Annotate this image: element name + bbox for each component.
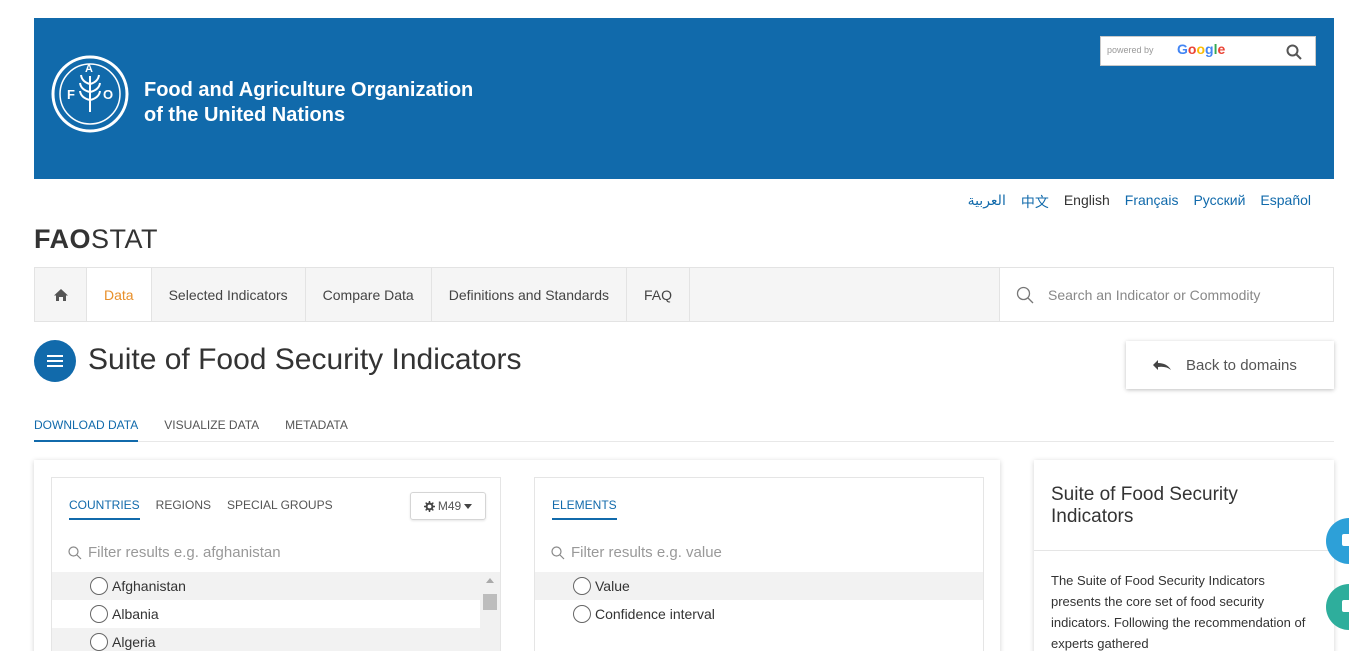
search-icon [68,545,82,559]
list-item[interactable]: Albania [52,600,500,628]
gear-icon [423,500,435,512]
radio-button[interactable] [573,605,591,623]
radio-button[interactable] [90,605,108,623]
list-item[interactable]: Afghanistan [52,572,500,600]
list-item[interactable]: Algeria [52,628,500,651]
elements-panel-tabs: ELEMENTS [552,498,617,520]
nav-definitions-standards[interactable]: Definitions and Standards [432,268,628,321]
fao-logo-icon[interactable]: F A O [50,54,130,134]
search-icon [1016,286,1034,303]
list-item-label: Value [595,578,630,594]
list-item[interactable]: Confidence interval [535,600,983,628]
header-banner: F A O Food and Agriculture Organization … [34,18,1334,179]
scrollbar-thumb[interactable] [483,594,497,610]
google-search-input[interactable]: powered by Google [1100,36,1316,66]
list-item-label: Afghanistan [112,578,186,594]
elements-filter-placeholder: Filter results e.g. value [571,544,722,561]
radio-button[interactable] [90,577,108,595]
domain-info-title: Suite of Food Security Indicators [1051,484,1238,527]
search-icon[interactable] [1285,43,1303,61]
page-title: Suite of Food Security Indicators [88,343,522,376]
nav-compare-data[interactable]: Compare Data [306,268,432,321]
lang-english[interactable]: English [1064,192,1110,212]
radio-button[interactable] [90,633,108,651]
powered-by-label: powered by [1107,45,1154,55]
list-item-label: Confidence interval [595,606,715,622]
nav-selected-indicators[interactable]: Selected Indicators [152,268,306,321]
language-bar: العربية 中文 English Français Русский Espa… [968,192,1311,212]
indicator-search-placeholder: Search an Indicator or Commodity [1048,286,1261,303]
domain-info-card: Suite of Food Security Indicators The Su… [1034,460,1334,651]
countries-panel: COUNTRIES REGIONS SPECIAL GROUPS M49 Fil… [51,477,501,651]
indicator-search-input[interactable]: Search an Indicator or Commodity [999,268,1333,321]
brand-bold: FAO [34,224,92,254]
home-icon [53,288,68,301]
tab-regions[interactable]: REGIONS [156,498,211,520]
divider [1034,550,1334,551]
m49-dropdown[interactable]: M49 [410,492,486,520]
lang-french[interactable]: Français [1125,192,1179,212]
countries-scrollbar[interactable] [480,572,500,651]
org-name-line1: Food and Agriculture Organization [144,79,474,101]
radio-button[interactable] [573,577,591,595]
undo-arrow-icon [1153,360,1171,370]
lang-russian[interactable]: Русский [1193,192,1245,212]
google-logo: Google [1177,41,1226,57]
caret-down-icon [464,503,473,509]
logo-letter-f: F [67,87,75,102]
faostat-brand[interactable]: FAOSTAT [34,224,158,255]
chat-icon [1342,534,1349,546]
lang-chinese[interactable]: 中文 [1021,192,1049,212]
brand-rest: STAT [91,224,159,254]
back-to-domains-label: Back to domains [1186,356,1297,374]
countries-filter-input[interactable]: Filter results e.g. afghanistan [68,544,281,561]
countries-list: Afghanistan Albania Algeria [52,572,500,651]
countries-filter-placeholder: Filter results e.g. afghanistan [88,544,281,561]
nav-data[interactable]: Data [87,268,152,321]
domain-info-text: The Suite of Food Security Indicators pr… [1051,573,1306,651]
org-name[interactable]: Food and Agriculture Organization of the… [144,78,473,128]
elements-panel: ELEMENTS Filter results e.g. value Value… [534,477,984,651]
list-item-label: Algeria [112,634,156,650]
elements-list: Value Confidence interval [535,572,983,628]
lang-arabic[interactable]: العربية [968,192,1006,212]
message-icon [1342,600,1349,612]
tab-elements[interactable]: ELEMENTS [552,498,617,520]
scroll-up-icon[interactable] [486,578,494,583]
back-to-domains-button[interactable]: Back to domains [1126,341,1334,389]
org-name-line2: of the United Nations [144,104,346,126]
tab-download-data[interactable]: DOWNLOAD DATA [34,416,139,442]
logo-letter-a: A [85,63,93,75]
m49-label: M49 [437,499,462,513]
search-icon [551,545,565,559]
countries-panel-tabs: COUNTRIES REGIONS SPECIAL GROUPS [69,498,333,520]
main-nav: Data Selected Indicators Compare Data De… [34,267,1334,322]
tab-countries[interactable]: COUNTRIES [69,498,140,520]
lang-spanish[interactable]: Español [1260,192,1311,212]
nav-home[interactable] [35,268,87,321]
download-card: COUNTRIES REGIONS SPECIAL GROUPS M49 Fil… [34,460,1000,651]
domain-menu-icon[interactable] [34,340,76,382]
tab-visualize-data[interactable]: VISUALIZE DATA [164,416,259,442]
logo-letter-o: O [103,87,113,102]
section-tabs: DOWNLOAD DATA VISUALIZE DATA METADATA [34,416,1334,442]
list-item[interactable]: Value [535,572,983,600]
list-item-label: Albania [112,606,159,622]
tab-metadata[interactable]: METADATA [285,416,348,442]
elements-filter-input[interactable]: Filter results e.g. value [551,544,722,561]
tab-special-groups[interactable]: SPECIAL GROUPS [227,498,333,520]
nav-faq[interactable]: FAQ [627,268,691,321]
